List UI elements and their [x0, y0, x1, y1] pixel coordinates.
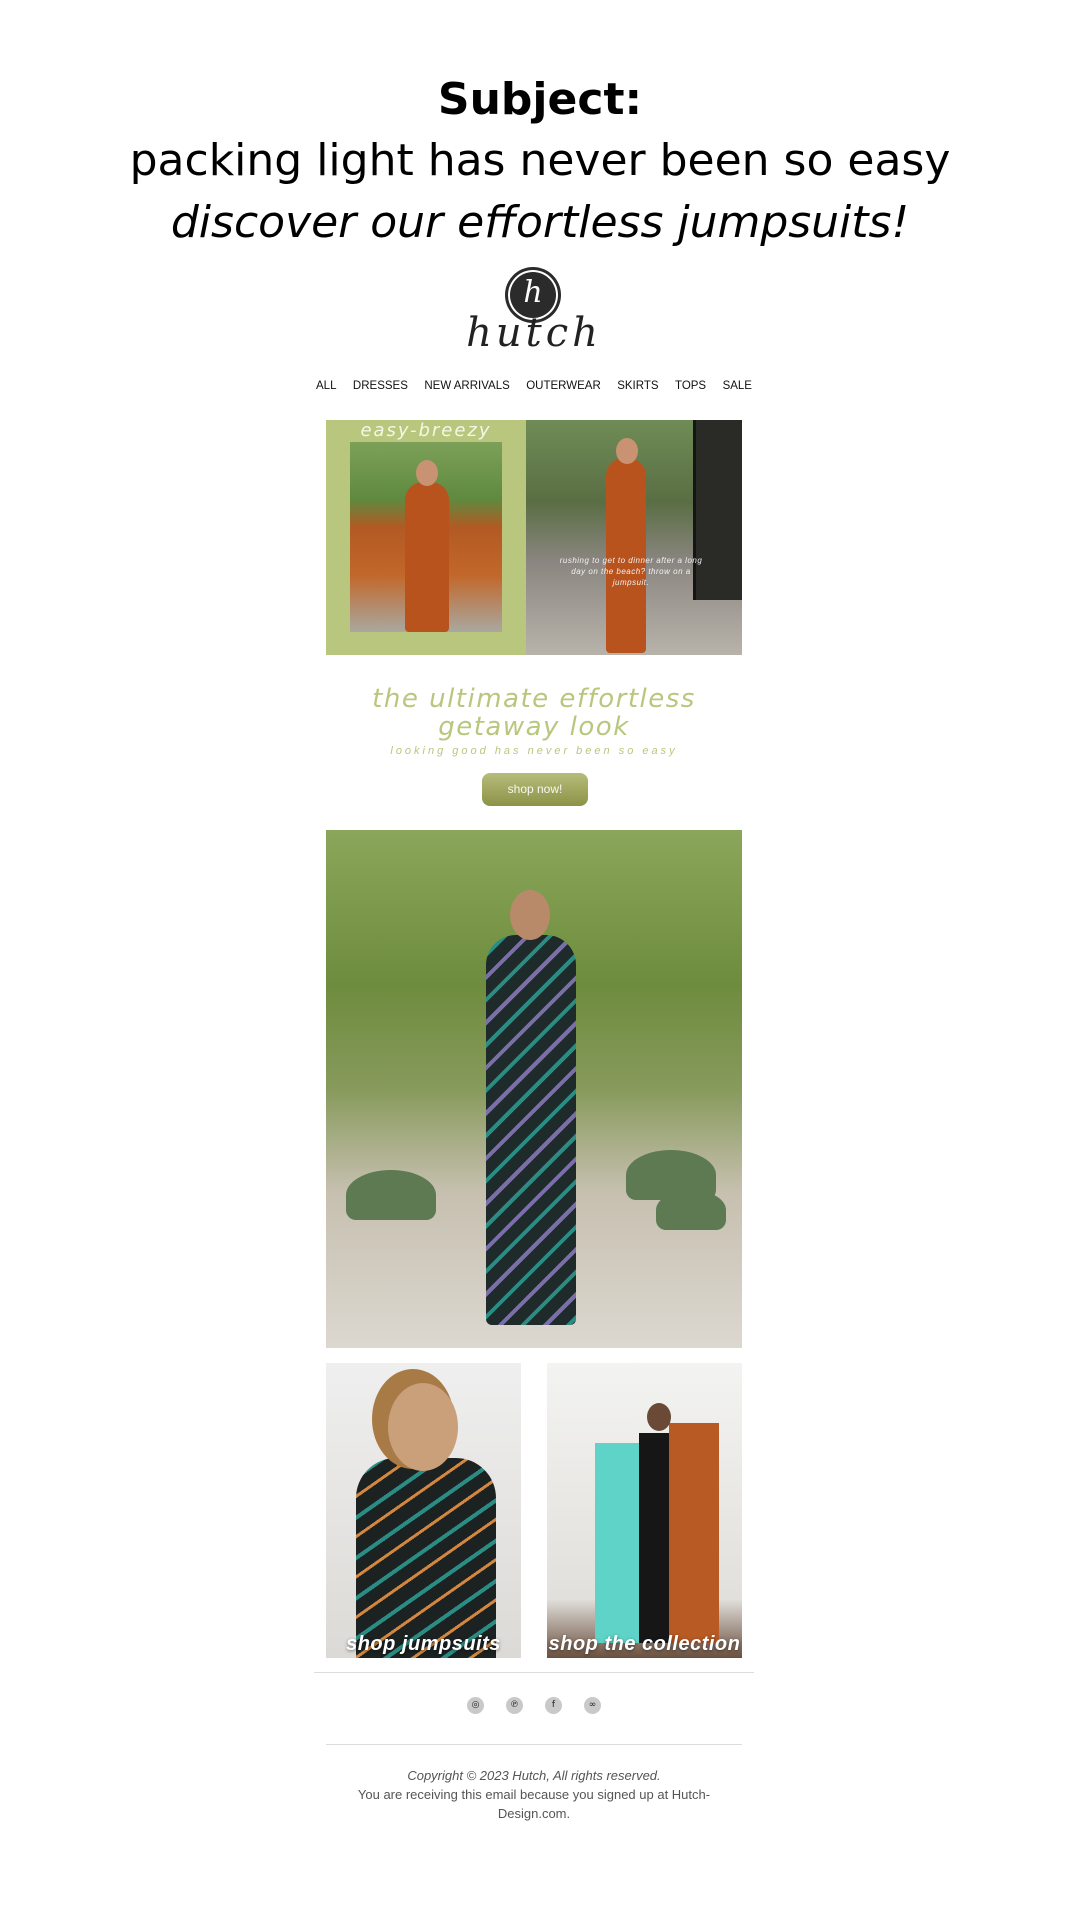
email-footer: Copyright © 2023 Hutch, All rights reser… — [326, 1766, 742, 1823]
nav-item-new-arrivals[interactable]: NEW ARRIVALS — [424, 380, 509, 392]
hero-left-panel: easy-breezy — [326, 420, 526, 655]
colorblock-black — [639, 1433, 673, 1643]
hero-left-photo — [350, 442, 502, 632]
email-subject: Subject: packing light has never been so… — [0, 70, 1080, 254]
brand-logo[interactable]: h hutch — [326, 265, 742, 355]
nav-item-tops[interactable]: TOPS — [675, 380, 706, 392]
hero-caption: rushing to get to dinner after a long da… — [559, 556, 703, 587]
social-links: ◎ ℗ f ∞ — [326, 1697, 742, 1714]
nav-item-outerwear[interactable]: OUTERWEAR — [526, 380, 601, 392]
monogram-letter: h — [523, 275, 543, 310]
model-head — [388, 1383, 458, 1471]
shop-collection-link[interactable]: shop the collection — [547, 1633, 742, 1656]
promo-tagline: looking good has never been so easy — [390, 745, 678, 757]
colorblock-teal — [595, 1443, 643, 1643]
brand-wordmark: hutch — [466, 310, 602, 356]
link-icon[interactable]: ∞ — [584, 1697, 601, 1714]
model-head — [510, 890, 550, 940]
colorblock-rust — [669, 1423, 719, 1643]
nav-item-all[interactable]: ALL — [316, 380, 336, 392]
model-figure — [476, 890, 586, 1340]
instagram-icon[interactable]: ◎ — [467, 1697, 484, 1714]
model-head — [616, 438, 638, 464]
subject-line-1: packing light has never been so easy — [129, 135, 951, 186]
subject-label: Subject: — [437, 74, 643, 125]
model-jumpsuit — [405, 482, 449, 632]
printed-jumpsuit — [356, 1458, 496, 1658]
facebook-icon[interactable]: f — [545, 1697, 562, 1714]
shop-jumpsuits-link[interactable]: shop jumpsuits — [326, 1633, 521, 1656]
agave-plant — [656, 1190, 726, 1230]
hero-right-photo: rushing to get to dinner after a long da… — [526, 420, 742, 655]
divider — [314, 1672, 754, 1673]
featured-jumpsuit-photo[interactable] — [326, 830, 742, 1348]
shop-now-button[interactable]: shop now! — [482, 773, 588, 806]
nav-item-skirts[interactable]: SKIRTS — [617, 380, 658, 392]
promo-headline: the ultimate effortless getaway look — [326, 685, 742, 741]
printed-jumpsuit — [486, 935, 576, 1325]
model-head — [647, 1403, 671, 1431]
nav-item-sale[interactable]: SALE — [723, 380, 752, 392]
model-head — [416, 460, 438, 486]
divider — [326, 1744, 742, 1745]
shop-collection-tile[interactable]: shop the collection — [547, 1363, 742, 1658]
hero-banner[interactable]: easy-breezy rushing to get to dinner aft… — [326, 420, 742, 655]
category-nav: ALL DRESSES NEW ARRIVALS OUTERWEAR SKIRT… — [316, 380, 752, 392]
shop-jumpsuits-tile[interactable]: shop jumpsuits — [326, 1363, 521, 1658]
hero-left-title: easy-breezy — [360, 420, 492, 441]
promo-headline-line-2: getaway look — [438, 712, 630, 742]
signup-notice: You are receiving this email because you… — [357, 1787, 711, 1821]
subject-line-2: discover our effortless jumpsuits! — [170, 197, 910, 248]
pinterest-icon[interactable]: ℗ — [506, 1697, 523, 1714]
agave-plant — [346, 1170, 436, 1220]
nav-item-dresses[interactable]: DRESSES — [353, 380, 408, 392]
copyright-text: Copyright © 2023 Hutch, All rights reser… — [407, 1768, 661, 1783]
promo-headline-line-1: the ultimate effortless — [372, 684, 696, 714]
